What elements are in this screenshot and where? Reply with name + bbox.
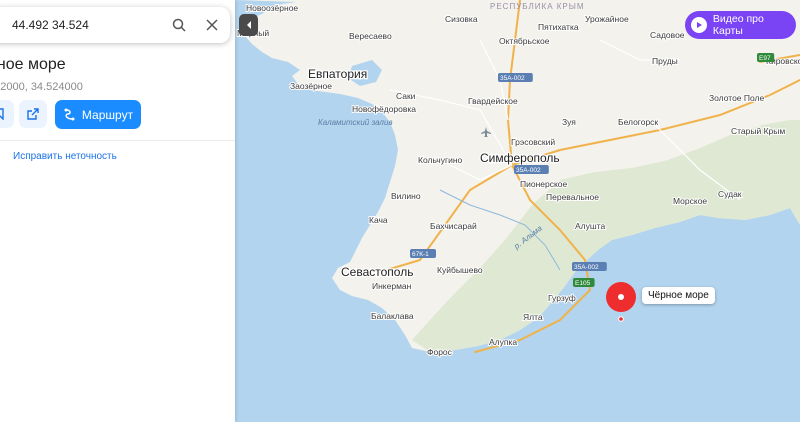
- town-label: Сизовка: [445, 14, 478, 24]
- town-label: Пионерское: [520, 179, 568, 189]
- town-label: Саки: [396, 91, 416, 101]
- town-label: Новоозёрное: [246, 3, 298, 13]
- town-label: Урожайное: [585, 14, 629, 24]
- town-label: Золотое Поле: [709, 93, 764, 103]
- share-button[interactable]: [19, 100, 47, 128]
- town-label: Пруды: [652, 56, 678, 66]
- town-label: Зуя: [562, 117, 576, 127]
- town-label: Гурзуф: [548, 293, 576, 303]
- video-button[interactable]: Видео про Карты: [685, 11, 796, 39]
- route-button-label: Маршрут: [81, 107, 134, 122]
- place-title: рное море: [0, 56, 66, 73]
- town-label: Алупка: [489, 337, 517, 347]
- town-label: Гвардейское: [468, 96, 518, 106]
- town-label: Белогорск: [618, 117, 658, 127]
- town-label: Кача: [369, 215, 388, 225]
- town-label: Балаклава: [371, 311, 414, 321]
- town-label: Перевальное: [546, 192, 599, 202]
- road-shield-label: 35А-002: [516, 167, 541, 174]
- town-label: Морское: [673, 196, 707, 206]
- road-shield-label: Е105: [575, 280, 591, 287]
- town-label: Бахчисарай: [430, 221, 477, 231]
- route-icon: [64, 108, 75, 121]
- search-input[interactable]: [12, 16, 152, 34]
- town-label: Симферополь: [480, 151, 560, 165]
- gulf-label: Каламитский залив: [318, 118, 393, 127]
- town-label: Вересаево: [349, 31, 392, 41]
- road-shield-label: Е97: [759, 55, 771, 62]
- town-label: Инкерман: [372, 281, 412, 291]
- bookmark-icon: [0, 108, 4, 120]
- town-label: Кольчугино: [418, 155, 463, 165]
- town-label: Пятихатка: [538, 22, 579, 32]
- town-label: Алушта: [575, 221, 605, 231]
- town-label: Судак: [718, 189, 742, 199]
- town-label: Садовое: [650, 30, 685, 40]
- town-label: Грэсовский: [511, 137, 555, 147]
- town-label: Ялта: [523, 312, 543, 322]
- town-label: Вилино: [391, 191, 421, 201]
- town-label: Новофёдоровка: [352, 104, 416, 114]
- town-label: Куйбышево: [437, 265, 483, 275]
- play-icon: [691, 17, 707, 33]
- share-icon: [27, 108, 39, 120]
- town-label: Евпатория: [308, 67, 367, 81]
- search-icon[interactable]: [169, 15, 189, 35]
- road-shield-label: 35А-002: [500, 75, 525, 82]
- fix-inaccuracy-link[interactable]: Исправить неточность: [13, 151, 117, 162]
- town-label: Старый Крым: [731, 126, 785, 136]
- town-label: Севастополь: [341, 265, 413, 279]
- close-icon[interactable]: [202, 15, 222, 35]
- town-label: Октябрьское: [499, 36, 550, 46]
- divider: [0, 140, 235, 141]
- video-button-label: Видео про Карты: [712, 13, 764, 37]
- place-coordinates: 492000, 34.524000: [0, 81, 83, 93]
- search-box: [0, 7, 230, 43]
- collapse-panel-button[interactable]: [239, 14, 258, 36]
- road-shield-label: 35А-002: [574, 264, 599, 271]
- sidebar-panel: рное море 492000, 34.524000 Маршрут Испр…: [0, 0, 235, 422]
- route-button[interactable]: Маршрут: [55, 100, 141, 129]
- town-label: Заозёрное: [290, 81, 332, 91]
- region-label: РЕСПУБЛИКА КРЫМ: [490, 2, 585, 11]
- bookmark-button[interactable]: [0, 100, 14, 128]
- marker-label[interactable]: Чёрное море: [642, 287, 715, 304]
- road-shield-label: 67К-1: [412, 251, 429, 258]
- town-label: Форос: [427, 347, 453, 357]
- chevron-left-icon: [246, 21, 251, 29]
